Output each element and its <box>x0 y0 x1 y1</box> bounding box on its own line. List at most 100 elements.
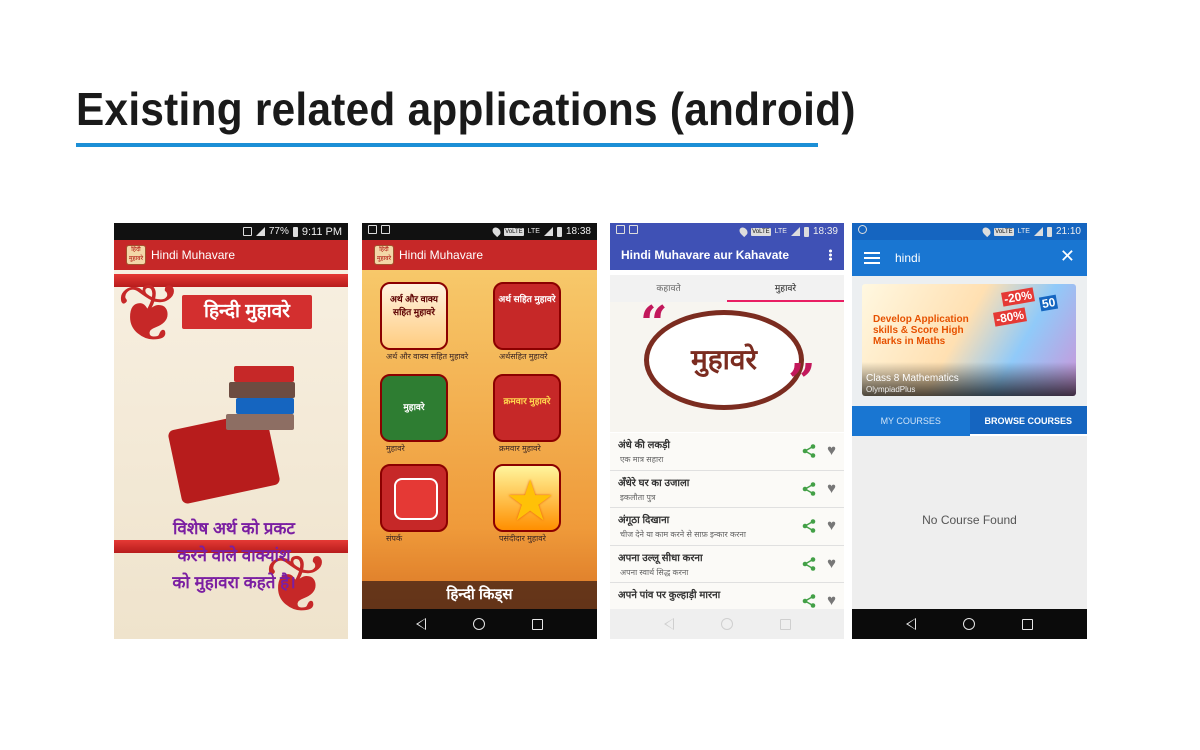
search-input[interactable]: hindi <box>895 251 920 265</box>
network-type: LTE <box>1017 228 1030 235</box>
heart-icon[interactable]: ♥ <box>827 443 836 458</box>
list-item[interactable]: अँधेरे घर का उजाला इकलौता पुत्र ♥ <box>610 470 844 508</box>
list-item[interactable]: अंगूठा दिखाना चीज देने या काम करने से सा… <box>610 508 844 546</box>
app-title: Hindi Muhavare aur Kahavate <box>621 248 790 262</box>
signal-icon <box>790 227 800 236</box>
slide-title: Existing related applications (android) <box>76 83 856 135</box>
status-bar: VoLTE LTE 18:39 <box>610 223 844 240</box>
image-icon <box>616 225 625 234</box>
android-nav-bar <box>610 609 844 639</box>
menu-icon[interactable] <box>864 252 880 264</box>
splash-screen: ❦ ❦ हिन्दी मुहावरे विशेष अर्थ को प्रकट क… <box>114 270 348 639</box>
app-bar: Hindi Muhavare aur Kahavate <box>610 240 844 270</box>
location-icon <box>490 225 503 238</box>
books-illustration <box>214 360 304 470</box>
tile-art-text: अर्थ सहित मुहावरे <box>498 294 556 304</box>
location-icon <box>737 225 750 238</box>
splash-quote: विशेष अर्थ को प्रकट करने वाले वाक्यांश क… <box>144 515 324 596</box>
android-nav-bar <box>852 609 1087 639</box>
app-logo-icon: हिंदी मुहावरे <box>126 245 146 265</box>
tile-label: मुहावरे <box>386 444 405 453</box>
menu-tile-favourites[interactable]: ★ <box>493 464 561 532</box>
share-icon[interactable] <box>802 481 816 496</box>
recents-icon[interactable] <box>532 618 544 630</box>
ribbon-bow-icon: ❦ <box>116 269 184 358</box>
share-icon[interactable] <box>802 519 816 533</box>
status-bar: VoLTE LTE 18:38 <box>362 223 597 240</box>
search-bar: hindi ✕ <box>852 240 1087 276</box>
course-provider: OlympiadPlus <box>866 385 916 394</box>
app-bar: हिंदी मुहावरे Hindi Muhavare <box>362 240 597 270</box>
idiom-meaning: इकलौता पुत्र <box>620 492 656 502</box>
tab-kahavate[interactable]: कहावते <box>610 275 727 302</box>
idiom-meaning: अपना स्वार्थ सिद्ध करना <box>620 567 689 577</box>
quote-line: को मुहावरा कहते है। <box>172 573 296 592</box>
speech-bubble: मुहावरे <box>644 310 804 410</box>
share-icon[interactable] <box>802 444 816 458</box>
network-type: LTE <box>527 228 540 235</box>
status-time: 9:11 PM <box>301 225 342 238</box>
menu-tile-arth-sahit[interactable]: अर्थ सहित मुहावरे <box>493 282 561 350</box>
tab-browse-courses[interactable]: BROWSE COURSES <box>969 406 1087 436</box>
battery-icon <box>803 226 809 237</box>
recents-icon[interactable] <box>1022 618 1034 630</box>
heart-icon[interactable]: ♥ <box>827 556 836 571</box>
network-type: LTE <box>774 228 787 235</box>
quote-line: करने वाले वाक्यांश <box>177 546 291 565</box>
menu-tile-arth-vakya[interactable]: अर्थ और वाक्य सहित मुहावरे <box>380 282 448 350</box>
share-icon[interactable] <box>802 594 816 608</box>
home-icon[interactable] <box>962 618 975 630</box>
android-nav-bar <box>362 609 597 639</box>
heart-icon[interactable]: ♥ <box>827 593 836 608</box>
tab-muhavare[interactable]: मुहावरे <box>727 275 844 302</box>
course-name: Class 8 Mathematics <box>866 373 959 384</box>
app-logo-icon: हिंदी मुहावरे <box>374 245 394 265</box>
tile-art-text: मुहावरे <box>403 402 425 412</box>
close-icon[interactable]: ✕ <box>1060 246 1075 267</box>
idiom-title: अपना उल्लू सीधा करना <box>618 552 703 564</box>
back-icon[interactable] <box>663 618 674 630</box>
phone-screenshot-3: VoLTE LTE 18:39 Hindi Muhavare aur Kahav… <box>610 223 844 639</box>
app-bar: हिंदी मुहावरे Hindi Muhavare <box>114 240 348 270</box>
share-icon[interactable] <box>802 556 816 571</box>
phone-screenshot-4: VoLTE LTE 21:10 hindi ✕ Develop Applicat… <box>852 223 1087 639</box>
list-item[interactable]: अपना उल्लू सीधा करना अपना स्वार्थ सिद्ध … <box>610 545 844 583</box>
signal-icon <box>255 227 265 236</box>
back-icon[interactable] <box>415 618 426 630</box>
battery-percent: 77% <box>268 226 289 237</box>
home-icon[interactable] <box>720 618 733 630</box>
tile-label: क्रमवार मुहावरे <box>499 444 541 453</box>
signal-icon <box>1033 227 1043 236</box>
tile-label: संपर्क <box>386 534 403 543</box>
overflow-menu-icon[interactable] <box>829 249 832 261</box>
app-title: Hindi Muhavare <box>399 248 484 262</box>
course-card[interactable]: Develop Application skills & Score High … <box>862 284 1076 396</box>
volte-icon: VoLTE <box>504 227 524 236</box>
heart-icon[interactable]: ♥ <box>827 481 836 496</box>
tile-label: पसंदीदार मुहावरे <box>499 534 546 543</box>
idiom-title: अंगूठा दिखाना <box>618 515 670 526</box>
quote-line: विशेष अर्थ को प्रकट <box>172 519 296 538</box>
app-title: Hindi Muhavare <box>151 248 236 262</box>
home-icon[interactable] <box>472 618 485 630</box>
discount-badge: -20% <box>1001 287 1035 307</box>
tab-my-courses[interactable]: MY COURSES <box>852 406 970 436</box>
course-carousel: Develop Application skills & Score High … <box>852 276 1087 406</box>
status-bar: VoLTE LTE 21:10 <box>852 223 1087 240</box>
menu-tile-kramvar[interactable]: क्रमवार मुहावरे <box>493 374 561 442</box>
quote-open-icon: “ <box>640 296 668 352</box>
header-illustration: मुहावरे “ ” <box>610 296 844 432</box>
battery-icon <box>556 226 562 237</box>
briefcase-icon <box>381 225 390 234</box>
empty-state: No Course Found <box>852 436 1087 609</box>
heart-icon[interactable]: ♥ <box>827 518 836 533</box>
tile-label: अर्थसहित मुहावरे <box>499 352 548 361</box>
menu-tile-muhavare[interactable]: मुहावरे <box>380 374 448 442</box>
back-icon[interactable] <box>905 618 916 630</box>
empty-message: No Course Found <box>922 513 1017 527</box>
mute-icon <box>242 227 252 236</box>
recents-icon[interactable] <box>779 618 791 630</box>
course-tabs: MY COURSES BROWSE COURSES <box>852 406 1087 436</box>
menu-tile-sampark[interactable] <box>380 464 448 532</box>
list-item[interactable]: अंधे की लकड़ी एक मात्र सहारा ♥ <box>610 433 844 471</box>
